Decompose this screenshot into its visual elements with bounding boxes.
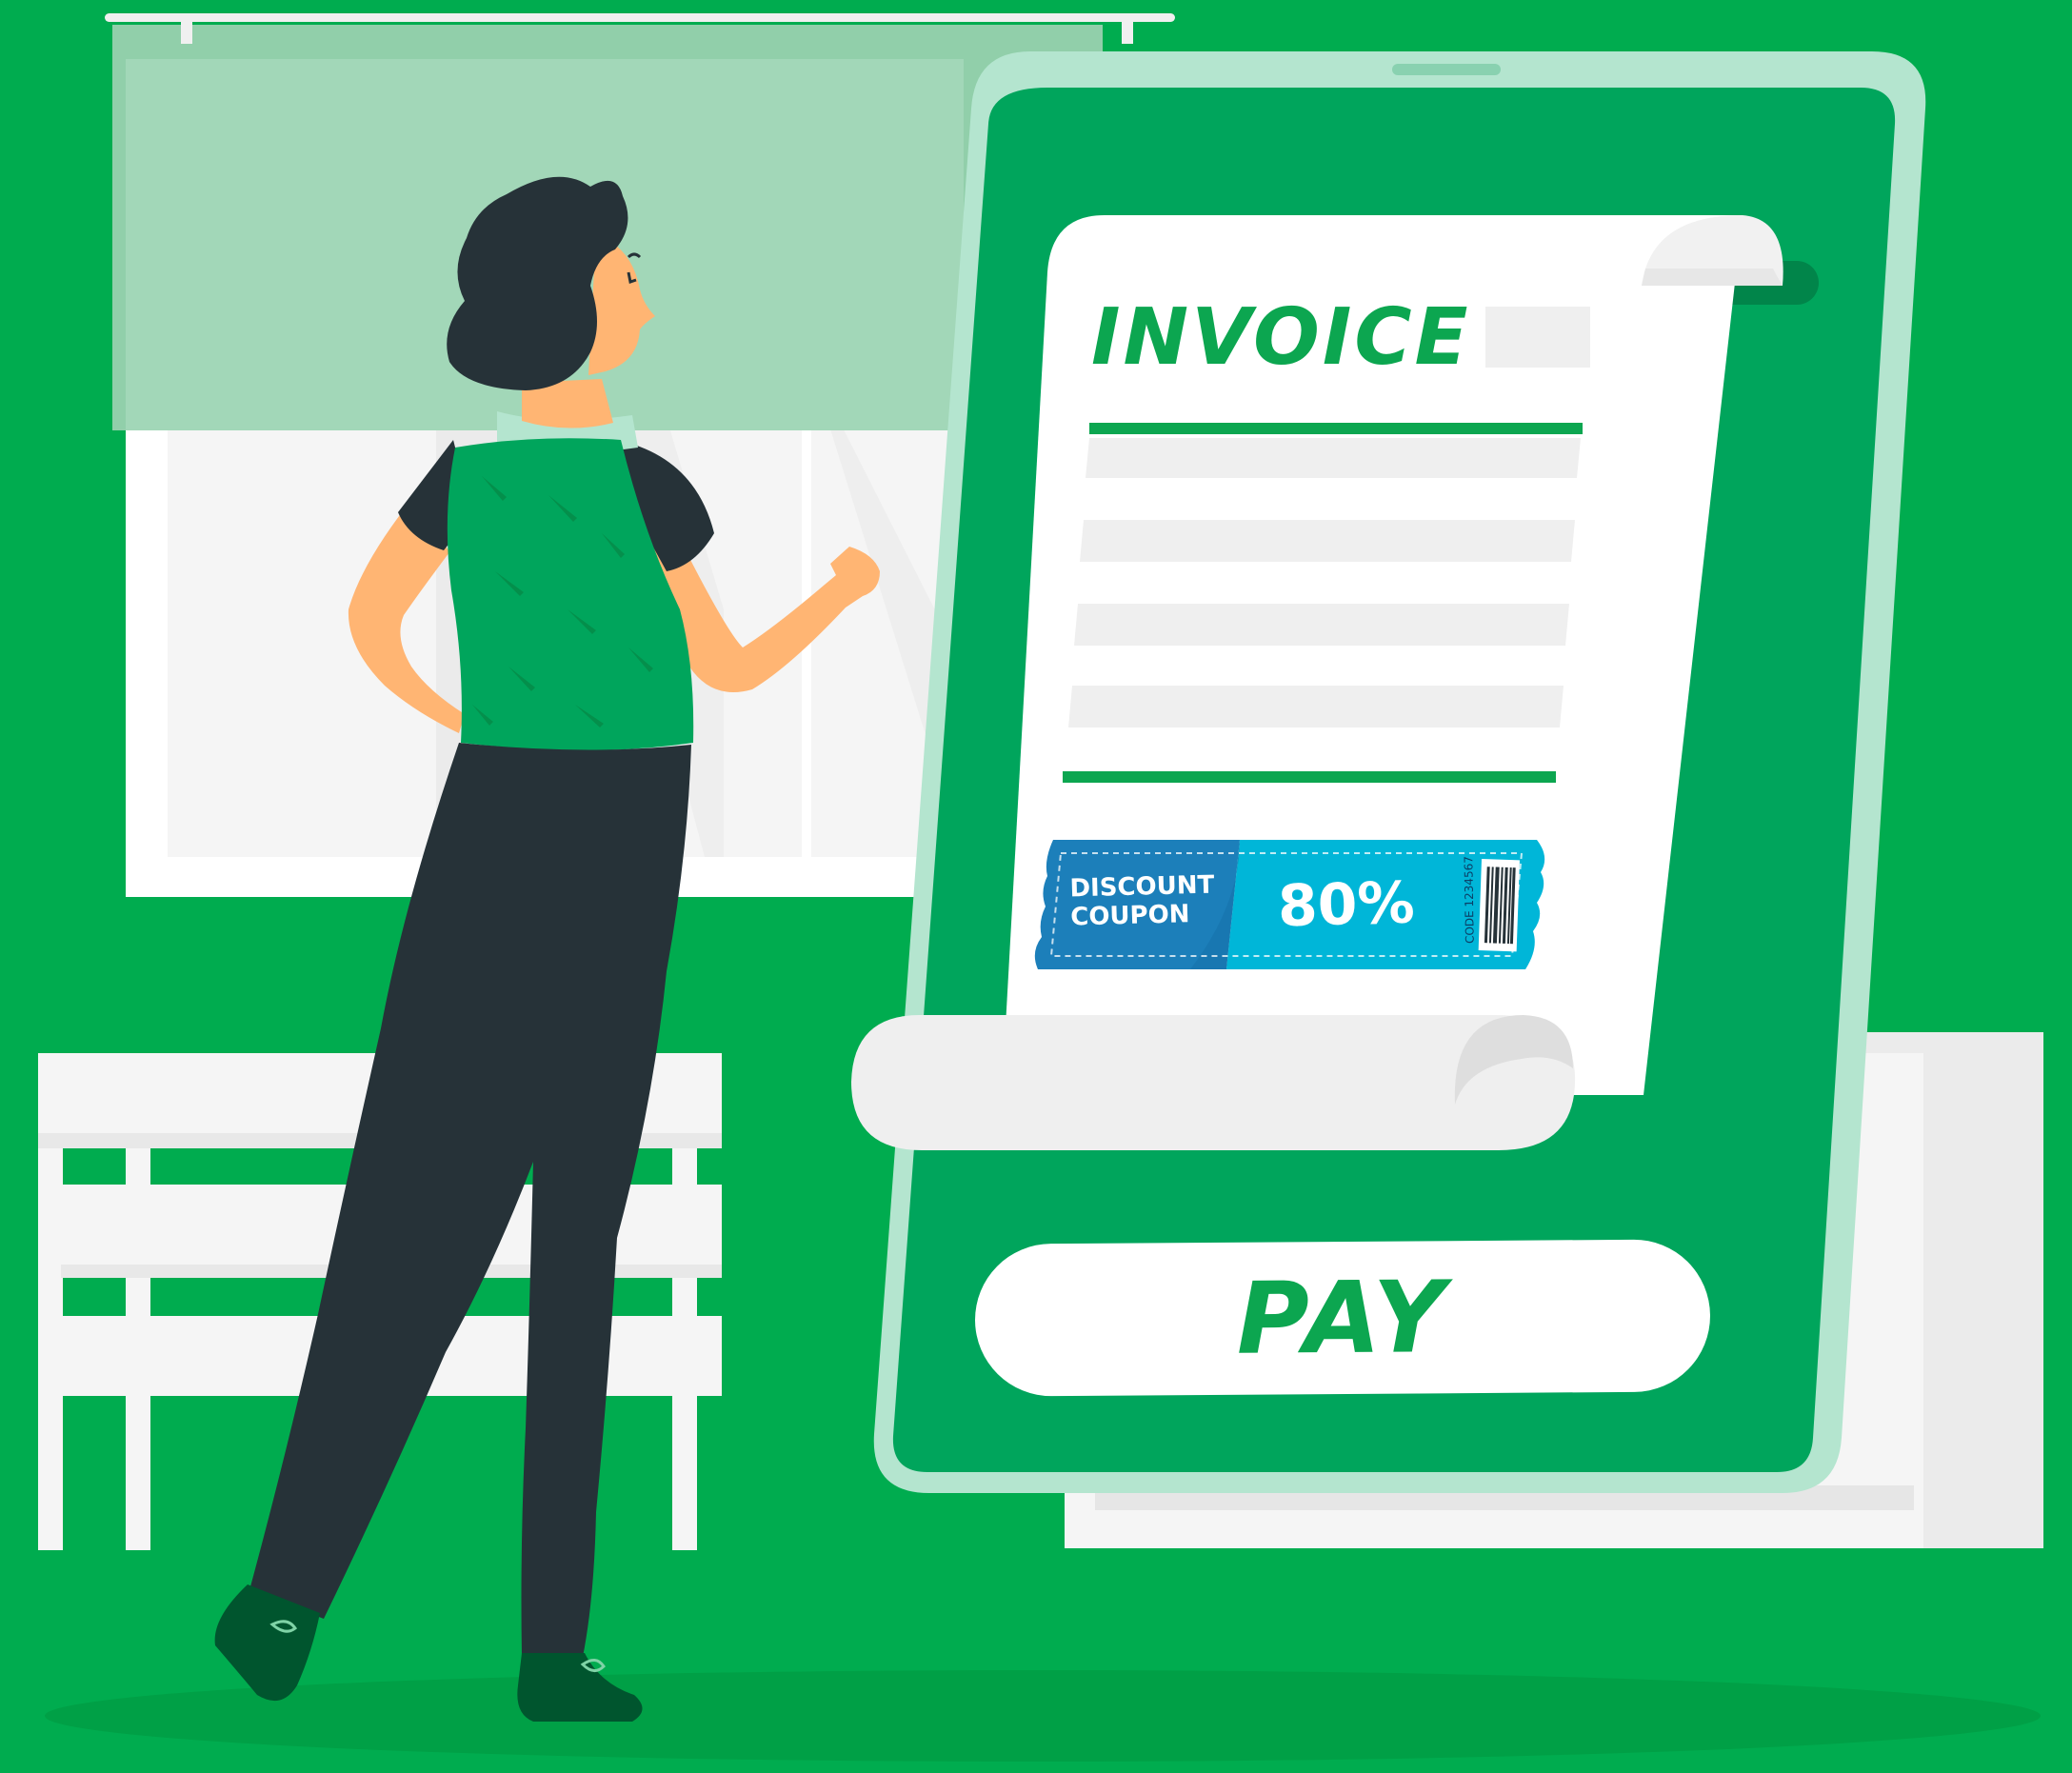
divider-bottom <box>1063 771 1556 783</box>
illustration <box>38 13 2043 1762</box>
coupon-label-line1: DISCOUNT <box>1069 870 1215 904</box>
coupon-label: DISCOUNT COUPON <box>1069 870 1252 942</box>
blind-rod <box>105 13 1175 22</box>
divider-top <box>1089 423 1583 434</box>
line-item <box>1068 686 1564 727</box>
invoice-title: INVOICE <box>1091 292 1471 383</box>
ground-shadow <box>45 1670 2041 1762</box>
barcode-icon <box>1478 859 1520 952</box>
tablet-speaker <box>1392 64 1501 75</box>
line-item <box>1086 438 1581 478</box>
pay-button[interactable]: PAY <box>974 1239 1711 1397</box>
coupon-percent: 80% <box>1277 869 1416 941</box>
coupon-code: CODE 1234567 <box>1462 855 1477 945</box>
line-item <box>1074 604 1569 646</box>
scene: INVOICE DISCOUNT COUPON 80% CODE 1234567… <box>0 0 2072 1773</box>
coupon-label-line2: COUPON <box>1069 900 1190 932</box>
line-item <box>1080 520 1575 562</box>
